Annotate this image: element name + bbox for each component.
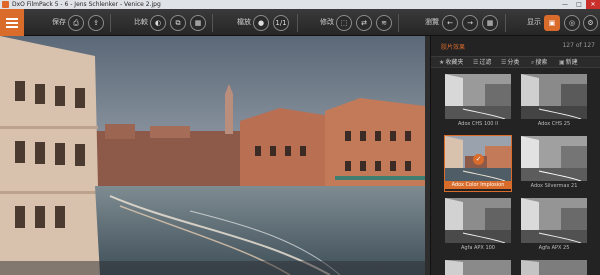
category-label: 分类 [507, 59, 520, 66]
edit-label: 修改 [320, 18, 334, 26]
adjust-button[interactable]: ≋ [376, 15, 392, 31]
search-label: 搜索 [535, 59, 548, 66]
preset-preview [521, 260, 587, 275]
panel-header: 胶片效果 127 of 127 [431, 42, 600, 52]
preset-preview [445, 74, 511, 119]
straighten-button[interactable]: ⇄ [356, 15, 372, 31]
toolbar-divider [110, 14, 111, 32]
main-toolbar: 保存 ⎙ ⇪ 比較 ◐ ⧉ ▦ 檔放 ● 1/1 修改 ⬚ ⇄ ≋ 瀏覽 ← →… [0, 9, 600, 36]
list-icon: ☰ [473, 59, 479, 66]
export-button[interactable]: ⇪ [88, 15, 104, 31]
save-label: 保存 [52, 18, 66, 26]
preset-caption: Adox Silvermax 21 [530, 183, 578, 189]
toolbar-divider [505, 14, 506, 32]
preset-count: 127 of 127 [562, 42, 595, 49]
search-icon: ⌕ [531, 59, 535, 66]
preset-thumbnail[interactable]: Adox CHS 100 II [445, 74, 511, 129]
preset-thumbnail-selected[interactable]: ✓ Adox Color Implosion [444, 135, 512, 192]
effects-panel-button[interactable]: ▣ [544, 15, 560, 31]
save-as-button[interactable]: ⎙ [68, 15, 84, 31]
title-bar: DxO FilmPack 5 - 6 - Jens Schlenker - Ve… [0, 0, 600, 9]
preset-caption: Adox CHS 100 II [457, 121, 499, 127]
window-controls: — □ ✕ [558, 0, 600, 9]
previous-image-button[interactable]: ← [442, 15, 458, 31]
film-effects-panel: 胶片效果 127 of 127 ★收藏夹 ☰过滤 ☰分类 ⌕搜索 ▣新建 Ado… [430, 36, 600, 275]
toolbar-divider [398, 14, 399, 32]
preset-thumbnail[interactable]: Adox Silvermax 21 [521, 136, 587, 191]
app-logo-icon [2, 1, 9, 8]
maximize-button[interactable]: □ [572, 0, 586, 9]
preset-caption: Agfa APX 25 [538, 245, 570, 251]
preset-caption: Agfa APX 100 [460, 245, 495, 251]
zoom-100-button[interactable]: 1/1 [273, 15, 289, 31]
new-label: 新建 [565, 59, 578, 66]
minimize-button[interactable]: — [558, 0, 572, 9]
panel-title: 胶片效果 [441, 44, 466, 51]
category-button[interactable]: ☰分类 [501, 57, 519, 69]
preset-thumbnail[interactable]: Adox CHS 25 [521, 74, 587, 129]
preset-caption: Adox CHS 25 [537, 121, 571, 127]
list-icon: ☰ [501, 59, 507, 66]
preset-thumbnail[interactable]: Agfa APX 25 [521, 198, 587, 253]
filter-label: 过滤 [479, 59, 492, 66]
compare-label: 比較 [134, 18, 148, 26]
preset-thumbnail[interactable] [445, 260, 511, 275]
new-preset-button[interactable]: ▣新建 [559, 57, 578, 69]
filter-bar: ★收藏夹 ☰过滤 ☰分类 ⌕搜索 ▣新建 [431, 56, 600, 68]
display-label: 显示 [527, 18, 541, 26]
next-image-button[interactable]: → [462, 15, 478, 31]
new-icon: ▣ [559, 59, 565, 66]
toolbar-divider [297, 14, 298, 32]
menu-icon [6, 17, 18, 20]
preset-preview [521, 198, 587, 243]
favorites-filter[interactable]: ★收藏夹 [439, 57, 463, 69]
grid-view-button[interactable]: ▦ [482, 15, 498, 31]
window-title: DxO FilmPack 5 - 6 - Jens Schlenker - Ve… [12, 1, 161, 8]
zoom-fit-button[interactable]: ● [253, 15, 269, 31]
menu-icon-line [6, 21, 18, 24]
presets-button[interactable]: ◎ [564, 15, 580, 31]
search-button[interactable]: ⌕搜索 [531, 57, 547, 69]
filter-button[interactable]: ☰过滤 [473, 57, 491, 69]
compare-mirror-button[interactable]: ▦ [190, 15, 206, 31]
preset-thumbnail[interactable] [521, 260, 587, 275]
preset-caption: Adox Color Implosion [445, 181, 511, 189]
favorites-label: 收藏夹 [445, 59, 464, 66]
selected-check-icon: ✓ [473, 154, 484, 165]
menu-icon-line [6, 25, 18, 28]
settings-button[interactable]: ⚙ [583, 15, 598, 31]
star-icon: ★ [439, 59, 445, 66]
compare-split-button[interactable]: ◐ [150, 15, 166, 31]
crop-button[interactable]: ⬚ [336, 15, 352, 31]
preset-preview [521, 136, 587, 181]
toolbar-divider [212, 14, 213, 32]
close-button[interactable]: ✕ [586, 0, 600, 9]
browse-label: 瀏覽 [425, 18, 439, 26]
menu-button[interactable] [0, 9, 24, 36]
zoom-label: 檔放 [237, 18, 251, 26]
preset-preview [445, 260, 511, 275]
photo-venice-canal [0, 36, 425, 275]
image-viewer[interactable] [0, 36, 425, 275]
preset-preview [521, 74, 587, 119]
preset-thumbnail[interactable]: Agfa APX 100 [445, 198, 511, 253]
compare-side-button[interactable]: ⧉ [170, 15, 186, 31]
preset-preview [445, 198, 511, 243]
